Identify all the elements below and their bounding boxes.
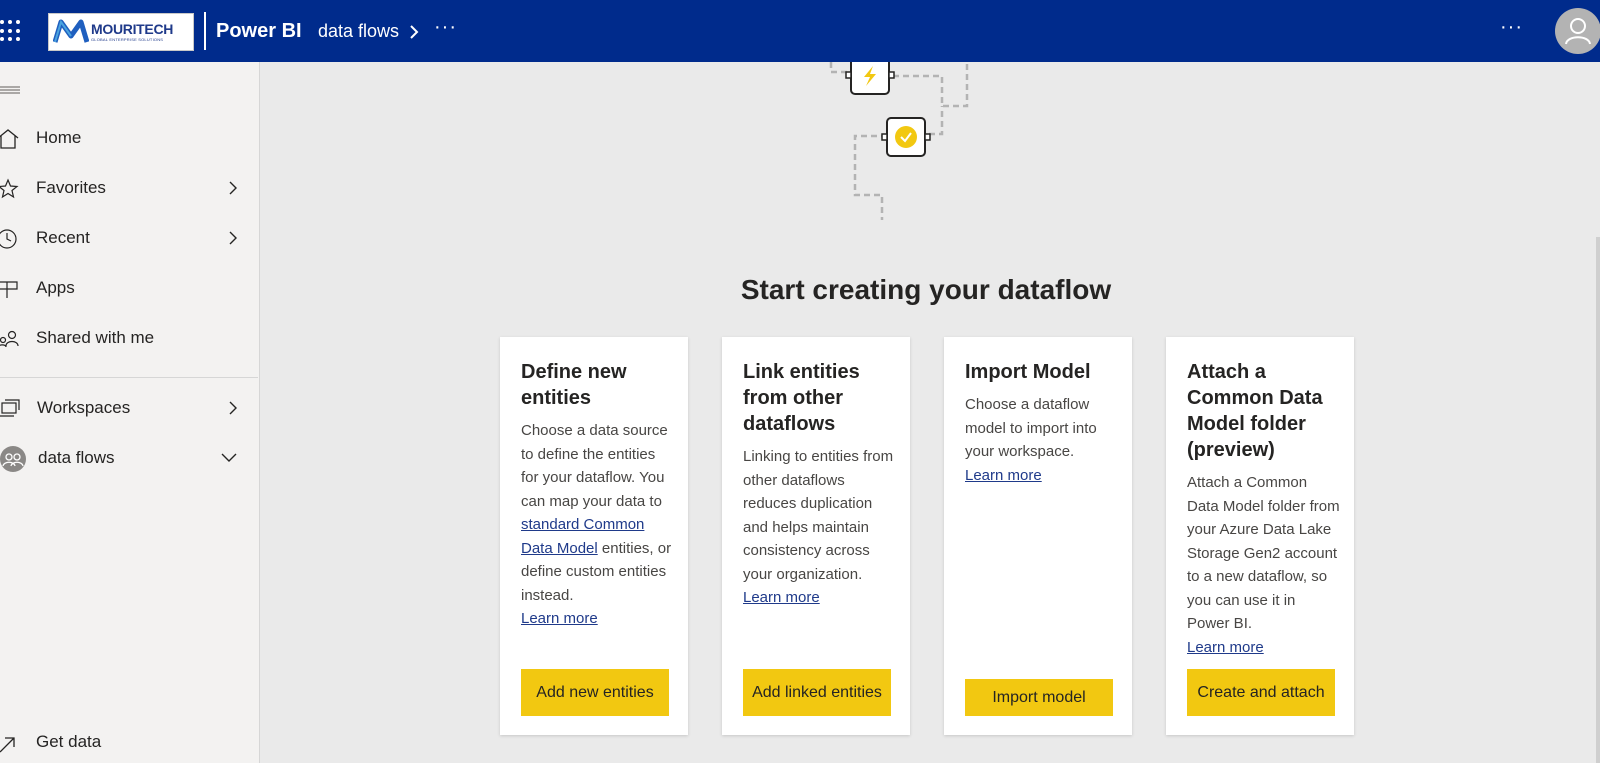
nav-favorites[interactable]: Favorites — [0, 168, 258, 208]
add-linked-entities-button[interactable]: Add linked entities — [743, 669, 891, 716]
nav-divider — [0, 377, 258, 378]
card-import-model: Import Model Choose a dataflow model to … — [944, 337, 1132, 735]
import-model-button[interactable]: Import model — [965, 679, 1113, 716]
nav-shared[interactable]: Shared with me — [0, 318, 258, 358]
left-nav: Home Favorites Recent Apps Shared with m… — [0, 62, 260, 763]
card-desc-text: Linking to entities from other dataflows… — [743, 448, 894, 583]
home-icon — [0, 129, 19, 149]
nav-label-get-data: Get data — [36, 732, 102, 751]
page-title: Start creating your dataflow — [740, 274, 1112, 305]
company-logo[interactable]: MOURITECH GLOBAL ENTERPRISE SOLUTIONS — [48, 13, 194, 51]
learn-more-link[interactable]: Learn more — [521, 607, 676, 631]
card-define-new-entities: Define new entities Choose a data source… — [500, 337, 688, 735]
nav-get-data[interactable]: Get data — [0, 722, 258, 762]
nav-label-data-flows: data flows — [38, 448, 115, 467]
chevron-right-icon — [229, 231, 237, 245]
dataflow-illustration — [829, 62, 969, 220]
logo-name: MOURITECH — [91, 20, 174, 37]
add-new-entities-button[interactable]: Add new entities — [521, 669, 669, 716]
account-avatar[interactable] — [1555, 8, 1600, 54]
nav-label-workspaces: Workspaces — [37, 398, 131, 417]
learn-more-link[interactable]: Learn more — [965, 464, 1120, 488]
card-attach-cdm-folder: Attach a Common Data Model folder (previ… — [1166, 337, 1354, 735]
nav-label-favorites: Favorites — [36, 178, 106, 197]
card-desc-text: Attach a Common Data Model folder from y… — [1187, 474, 1340, 632]
nav-recent[interactable]: Recent — [0, 218, 258, 258]
get-data-arrow-icon — [0, 737, 15, 753]
create-and-attach-button[interactable]: Create and attach — [1187, 669, 1335, 716]
chevron-right-icon — [229, 401, 237, 415]
card-link-entities: Link entities from other dataflows Linki… — [722, 337, 910, 735]
card-desc-text: Choose a data source to define the entit… — [521, 422, 668, 510]
hamburger-icon[interactable] — [0, 84, 20, 98]
card-title: Attach a Common Data Model folder (previ… — [1187, 361, 1323, 461]
header-divider — [204, 12, 206, 50]
scrollbar[interactable] — [1596, 237, 1600, 763]
product-name[interactable]: Power BI — [216, 20, 302, 43]
nav-workspace-data-flows[interactable]: data flows — [0, 438, 258, 478]
top-bar: MOURITECH GLOBAL ENTERPRISE SOLUTIONS Po… — [0, 0, 1600, 62]
chevron-right-icon — [410, 25, 419, 39]
nav-label-shared: Shared with me — [36, 328, 155, 347]
chevron-right-icon — [229, 181, 237, 195]
card-title: Link entities from other dataflows — [743, 361, 860, 435]
nav-apps[interactable]: Apps — [0, 268, 258, 308]
breadcrumb-workspace[interactable]: data flows — [318, 21, 399, 42]
workspace-avatar-icon — [0, 446, 26, 472]
card-description: Attach a Common Data Model folder from y… — [1187, 471, 1342, 659]
main-content: Start creating your dataflow Define new … — [261, 62, 1600, 763]
breadcrumb-more-button[interactable]: ··· — [434, 16, 457, 39]
logo-tagline: GLOBAL ENTERPRISE SOLUTIONS — [91, 36, 164, 42]
star-icon — [0, 178, 19, 199]
nav-label-home: Home — [36, 128, 82, 147]
more-options-button[interactable]: ··· — [1500, 16, 1523, 39]
person-icon — [1565, 18, 1591, 45]
card-description: Choose a dataflow model to import into y… — [965, 393, 1120, 487]
card-description: Linking to entities from other dataflows… — [743, 445, 898, 610]
nav-label-recent: Recent — [36, 228, 90, 247]
nav-home[interactable]: Home — [0, 118, 258, 158]
workspaces-icon — [0, 399, 20, 417]
card-title: Import Model — [965, 361, 1091, 383]
card-desc-text: Choose a dataflow model to import into y… — [965, 396, 1097, 460]
card-title: Define new entities — [521, 361, 627, 409]
nav-label-apps: Apps — [36, 278, 75, 297]
card-description: Choose a data source to define the entit… — [521, 419, 676, 631]
clock-icon — [0, 229, 17, 249]
learn-more-link[interactable]: Learn more — [743, 586, 898, 610]
apps-icon — [0, 281, 18, 298]
app-launcher-icon[interactable] — [0, 20, 20, 42]
learn-more-link[interactable]: Learn more — [1187, 636, 1342, 660]
logo-mark-icon — [53, 19, 89, 43]
chevron-down-icon — [221, 453, 237, 462]
nav-workspaces[interactable]: Workspaces — [0, 388, 258, 428]
shared-icon — [0, 330, 19, 348]
